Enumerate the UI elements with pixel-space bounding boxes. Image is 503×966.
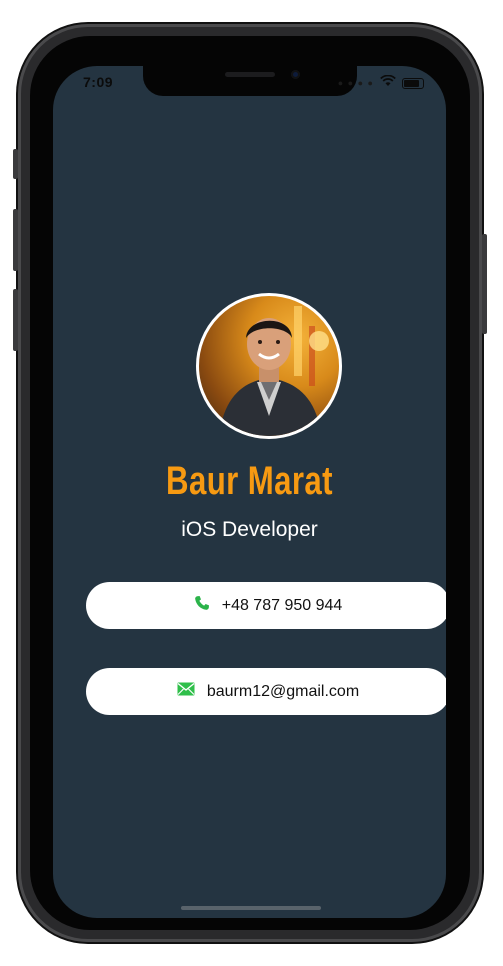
status-time: 7:09 [83, 74, 114, 90]
email-address: baurm12@gmail.com [206, 682, 360, 700]
power-button [482, 234, 487, 334]
avatar [196, 293, 342, 439]
dots-icon: ● ● ● ● [337, 78, 374, 88]
volume-up-button [13, 209, 18, 271]
phone-device-frame: 7:09 ● ● ● ● Baur Marat iOS Developer +4… [13, 24, 487, 942]
speaker-grille [225, 72, 275, 77]
app-screen: 7:09 ● ● ● ● Baur Marat iOS Developer +4… [53, 66, 446, 918]
phone-button[interactable]: +48 787 950 944 [86, 582, 446, 629]
phone-icon [194, 595, 210, 616]
volume-down-button [13, 289, 18, 351]
wifi-icon [380, 74, 396, 92]
phone-number: +48 787 950 944 [221, 596, 343, 614]
home-indicator[interactable] [181, 906, 321, 910]
email-button[interactable]: baurm12@gmail.com [86, 668, 446, 715]
profile-title: iOS Developer [181, 518, 318, 541]
profile-name: Baur Marat [166, 459, 333, 503]
person-photo [219, 306, 329, 436]
status-indicators: ● ● ● ● [338, 74, 424, 92]
mail-icon [177, 682, 195, 701]
camera-icon [291, 70, 300, 79]
notch [143, 66, 357, 96]
mute-switch [13, 149, 18, 179]
battery-icon [402, 77, 424, 89]
